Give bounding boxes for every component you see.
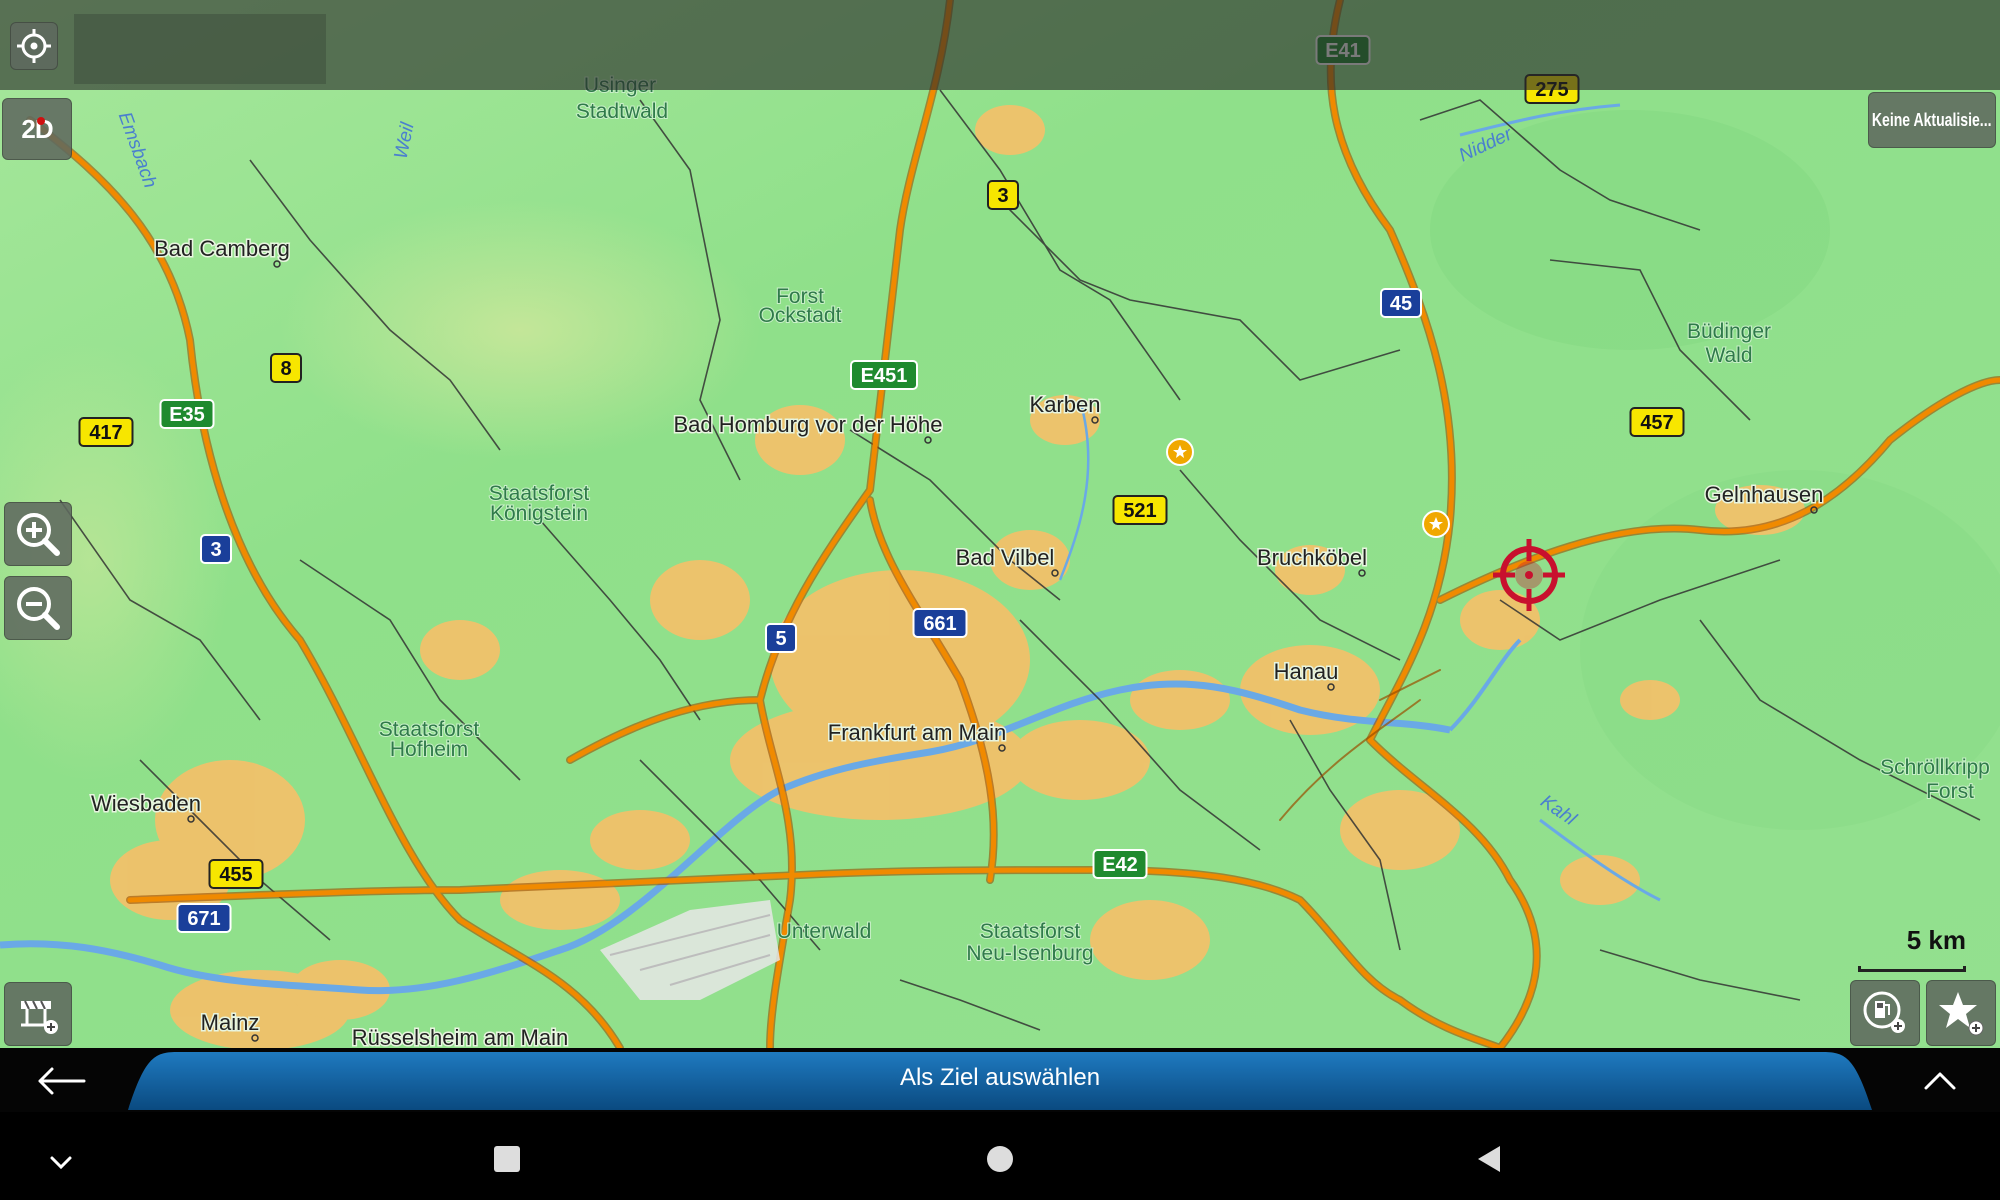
road-shield-671: 671 [176,903,232,933]
map-scale: 5 km [1848,925,1974,975]
road-shield-8: 8 [270,353,302,383]
place-label-staatsforst-koenigstein-2: Königstein [490,502,588,525]
road-shield-text: 3 [997,185,1008,207]
road-shield-3: 3 [987,180,1019,210]
place-label-bad-homburg: Bad Homburg vor der Höhe [673,412,942,437]
road-shield-45: 45 [1380,288,1422,318]
road-shield-text: 3 [210,539,221,561]
road-shield-text: 671 [187,908,220,930]
road-shield-E42: E42 [1092,849,1148,879]
urban-area [420,620,500,680]
map-view[interactable]: UsingerStadtwaldBad CambergForstOckstadt… [0,0,2000,1048]
place-label-bruchkoebel: Bruchköbel [1257,545,1367,570]
view-mode-button[interactable]: 2D [2,98,72,160]
road-shield-text: E35 [169,404,205,426]
add-favorite-button[interactable] [1926,980,1996,1046]
road-shield-text: 417 [89,422,122,444]
urban-area [590,810,690,870]
road-shield-417: 417 [78,417,134,447]
place-label-mainz: Mainz [201,1010,260,1035]
road-shield-text: 521 [1123,500,1156,522]
place-label-bad-camberg: Bad Camberg [154,236,290,261]
urban-area [650,560,750,640]
zoom-in-icon [17,513,60,556]
recent-apps-button[interactable] [494,1146,520,1172]
road-shield-text: E451 [861,365,908,387]
traffic-report-button[interactable] [4,982,72,1046]
place-label-wiesbaden: Wiesbaden [91,791,201,816]
scale-label: 5 km [1906,925,1966,955]
place-label-unterwald: Unterwald [777,920,872,943]
road-shield-text: 457 [1640,412,1673,434]
urban-area [975,105,1045,155]
chevron-down-icon[interactable] [44,1150,78,1174]
crosshair-target-icon [17,29,51,63]
place-label-staatsforst-neu-1: Staatsforst [980,920,1081,943]
road-shield-text: E42 [1102,854,1138,876]
urban-area [1090,900,1210,980]
road-shield-text: 455 [219,864,252,886]
place-label-staatsforst-neu-2: Neu-Isenburg [966,942,1093,965]
fuel-station-icon [1863,991,1905,1033]
chevron-up-icon [1924,1072,1956,1090]
zoom-in-button[interactable] [4,502,72,566]
place-label-buedinger-2: Wald [1705,344,1752,367]
urban-area [1620,680,1680,720]
scale-bar [1858,966,1966,972]
select-destination-label: Als Ziel auswählen [899,1064,1101,1091]
road-shield-5: 5 [765,623,797,653]
road-shield-text: 45 [1390,293,1412,315]
road-shield-text: 8 [280,358,291,380]
zoom-out-button[interactable] [4,576,72,640]
traffic-report-icon [21,1000,58,1034]
place-label-staatsforst-hofheim-2: Hofheim [390,738,468,761]
favorite-poi-icon [1166,438,1194,466]
place-label-schroellkrippen-2: Forst [1926,780,1974,803]
place-label-ruesselsheim: Rüsselsheim am Main [352,1025,568,1048]
star-add-icon [1939,992,1984,1036]
system-back-button[interactable] [1474,1144,1504,1174]
no-update-label: Keine Aktualisie... [1872,109,1992,130]
arrow-left-icon [38,1067,86,1095]
place-label-bad-vilbel: Bad Vilbel [956,545,1055,570]
place-label-hanau: Hanau [1274,659,1339,684]
no-update-badge[interactable]: Keine Aktualisie... [1868,92,1996,148]
road-shield-text: 5 [775,628,786,650]
expand-button[interactable] [1900,1062,1980,1100]
place-label-stadtwald: Stadtwald [576,100,668,123]
fuel-station-button[interactable] [1850,980,1920,1046]
place-label-karben: Karben [1030,392,1101,417]
place-label-ockstadt: Ockstadt [759,304,842,327]
top-bar-panel [74,14,326,84]
road-shield-E35: E35 [159,399,215,429]
road-shield-457: 457 [1629,407,1685,437]
system-navigation-bar [0,1112,2000,1200]
urban-area [1130,670,1230,730]
urban-area [500,870,620,930]
road-shield-3: 3 [200,534,232,564]
zoom-out-icon [17,587,60,630]
place-label-schroellkrippen-1: Schröllkripp [1880,756,1990,779]
road-shield-455: 455 [208,859,264,889]
place-label-buedinger-1: Büdinger [1687,320,1771,343]
favorite-poi-icon [1422,510,1450,538]
road-shield-text: 661 [923,613,956,635]
locate-button[interactable] [10,22,58,70]
back-button[interactable] [20,1062,100,1100]
place-label-frankfurt: Frankfurt am Main [828,720,1007,745]
compass-needle-icon [37,117,45,125]
road-shield-521: 521 [1112,495,1168,525]
road-shield-E451: E451 [850,360,918,390]
road-shield-661: 661 [912,608,968,638]
home-button[interactable] [987,1146,1013,1172]
place-label-gelnhausen: Gelnhausen [1705,482,1824,507]
top-status-bar [0,0,2000,90]
